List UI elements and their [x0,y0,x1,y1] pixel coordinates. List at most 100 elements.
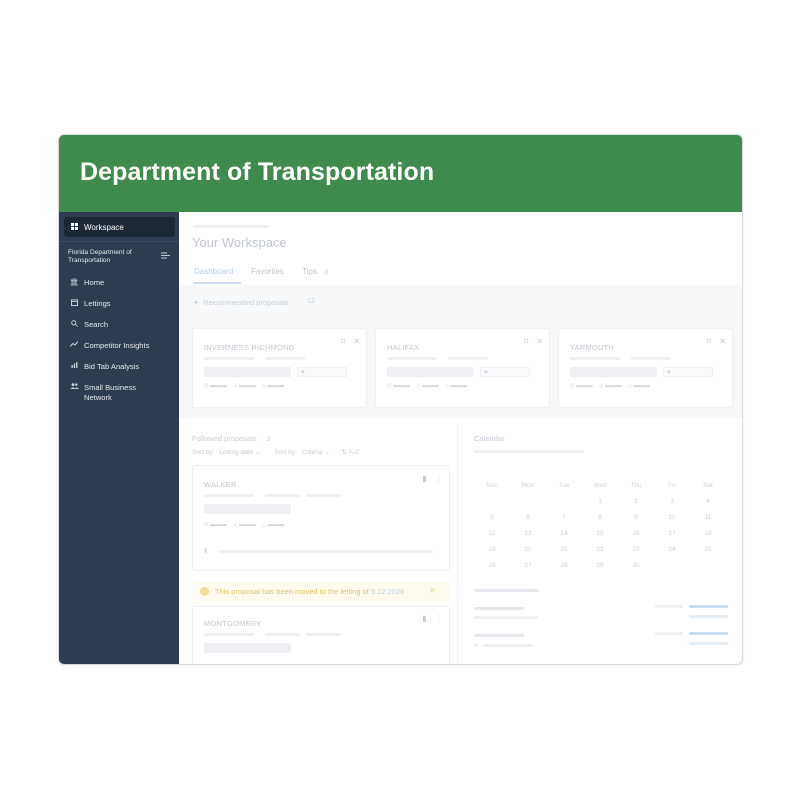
close-icon[interactable]: ✕ [719,337,726,346]
recommended-card[interactable]: YARMOUTH ⌑ ✕ ◆ ⊙ ▬▬▬ ⊥ ▬▬▬ △ ▬▬▬ [558,328,733,408]
placeholder-line [219,550,433,553]
info-dot-icon [200,587,209,596]
calendar-day[interactable]: 21 [546,546,582,553]
calendar-day[interactable]: 20 [510,546,546,553]
calendar-day[interactable]: 10 [654,514,690,521]
tab-tips[interactable]: Tips 3 [302,267,328,276]
app-window: Department of Transportation Workspace F… [58,134,743,665]
calendar-day[interactable]: 2 [618,498,654,505]
card-title: MONTGOMERY [204,619,262,628]
header-banner: Department of Transportation [59,135,742,212]
calendar-icon [69,299,79,310]
calendar-day[interactable]: 13 [510,530,546,537]
calendar-day[interactable]: 26 [474,562,510,569]
notice-text: This proposal has been moved to the lett… [215,587,404,596]
calendar-day[interactable]: 9 [618,514,654,521]
calendar-day[interactable]: 15 [582,530,618,537]
calendar-day[interactable]: 12 [474,530,510,537]
calendar-day[interactable]: 1 [582,498,618,505]
placeholder-bar [387,367,474,377]
placeholder-line [306,494,341,497]
calendar-day[interactable]: 22 [582,546,618,553]
calendar-day[interactable]: 27 [510,562,546,569]
placeholder-line [689,642,728,645]
placeholder-link [689,632,728,635]
bookmark-filled-icon[interactable]: ▮ [422,614,426,623]
collapse-menu-icon[interactable] [161,252,170,261]
search-icon [69,320,79,331]
calendar-day[interactable]: 28 [546,562,582,569]
placeholder-line [306,633,341,636]
calendar-day[interactable]: 24 [654,546,690,553]
calendar-day[interactable]: 6 [510,514,546,521]
sidebar-item-label: Bid Tab Analysis [84,362,140,371]
placeholder-line [570,357,620,360]
active-tab-indicator [193,282,241,284]
page-title: Department of Transportation [80,158,435,186]
calendar-day[interactable]: 25 [690,546,726,553]
calendar-weekday: Wed [593,482,607,489]
calendar-weekday: Sat [703,482,713,489]
org-switcher[interactable]: Florida Department of Transportation [59,241,179,271]
status-pill: ◆ [480,367,530,377]
card-actions: ▮ ⋮ [422,474,443,483]
az-sort-toggle[interactable]: ⇅ A-Z [342,449,359,456]
tab-dashboard[interactable]: Dashboard [194,267,233,276]
more-vertical-icon[interactable]: ⋮ [435,614,443,623]
calendar-day[interactable]: 3 [654,498,690,505]
more-vertical-icon[interactable]: ⋮ [435,474,443,483]
sidebar-item-search[interactable]: Search [59,320,179,331]
breadcrumb-placeholder [193,225,269,228]
followed-card[interactable]: WALKER ▮ ⋮ ⊙ ▬▬▬ ⊥ ▬▬▬ △ ▬▬▬ ▮ [192,465,450,571]
calendar-day[interactable]: 19 [474,546,510,553]
recommended-card[interactable]: HALIFAX ⌑ ✕ ◆ ⊙ ▬▬▬ ⊥ ▬▬▬ △ ▬▬▬ [375,328,550,408]
sidebar-item-label: Lettings [84,299,111,308]
placeholder-line [474,634,524,637]
sidebar-item-workspace[interactable]: Workspace [64,217,175,237]
close-icon[interactable]: ✕ [536,337,543,346]
notice-message: This proposal has been moved to the lett… [215,587,369,596]
column-divider [457,423,458,664]
calendar-day[interactable]: 7 [546,514,582,521]
sidebar-item-lettings[interactable]: Lettings [59,299,179,310]
sidebar-item-label: Search [84,320,109,329]
calendar-day[interactable]: 30 [618,562,654,569]
calendar-day[interactable]: 23 [618,546,654,553]
bookmark-icon[interactable]: ⌑ [707,337,711,346]
calendar-day[interactable]: 17 [654,530,690,537]
calendar-weekday: Sun [486,482,498,489]
sort-az-icon: ⇅ [341,449,347,456]
bookmark-filled-icon[interactable]: ▮ [422,474,426,483]
sort-select-letting-date[interactable]: Letting date ⌄ [219,449,260,456]
dismiss-notice-icon[interactable]: ✕ [429,586,436,595]
calendar-day[interactable]: 14 [546,530,582,537]
sidebar-item-bid-tab-analysis[interactable]: Bid Tab Analysis [59,362,179,372]
sidebar-item-competitor-insights[interactable]: Competitor Insights [59,341,179,351]
calendar-day[interactable]: 11 [690,514,726,521]
sidebar-item-home[interactable]: 🏛 Home [59,278,179,288]
calendar-day[interactable]: 8 [582,514,618,521]
sidebar-item-small-business-network[interactable]: Small Business Network [59,383,179,403]
sort-select-criteria[interactable]: Criteria ⌄ [302,449,330,456]
card-title: WALKER [204,480,237,489]
chevron-down-icon: ⌄ [324,449,330,456]
calendar-day[interactable]: 5 [474,514,510,521]
bookmark-icon[interactable]: ⌑ [341,337,345,346]
calendar-day[interactable]: 16 [618,530,654,537]
followed-card[interactable]: MONTGOMERY ▮ ⋮ [192,606,450,664]
calendar-day[interactable]: 18 [690,530,726,537]
bar-chart-icon [69,362,79,372]
bookmark-icon[interactable]: ⌑ [524,337,528,346]
recommended-card[interactable]: INVERNESS RICHMOND ⌑ ✕ ◆ ⊙ ▬▬▬ ⊥ ▬▬▬ △ ▬… [192,328,367,408]
calendar-weekday: Thu [630,482,642,489]
placeholder-line [474,607,524,610]
sparkle-icon: ✦ [193,298,200,307]
calendar-day[interactable]: 29 [582,562,618,569]
placeholder-line [204,494,254,497]
calendar-weekday: Mon [521,482,535,489]
notice-date-link[interactable]: 5.12.2026 [371,587,404,596]
calendar-day[interactable]: 4 [690,498,726,505]
tab-favorites[interactable]: Favorites [251,267,284,276]
close-icon[interactable]: ✕ [353,337,360,346]
placeholder-line [474,589,539,592]
